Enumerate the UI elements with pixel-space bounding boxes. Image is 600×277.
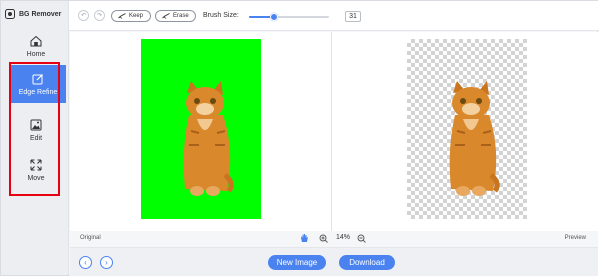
app-title: BG Remover bbox=[5, 9, 61, 19]
erase-brush-icon bbox=[162, 13, 170, 19]
next-button[interactable]: › bbox=[100, 256, 113, 269]
previous-button[interactable]: ‹ bbox=[79, 256, 92, 269]
sidebar: BG Remover Home Edge Refine Edit Move bbox=[1, 1, 69, 275]
preview-canvas[interactable] bbox=[332, 32, 598, 231]
preview-label: Preview bbox=[564, 235, 586, 241]
sidebar-item-label: Move bbox=[27, 174, 45, 182]
bg-remover-logo-icon bbox=[5, 9, 15, 19]
redo-button[interactable]: ↷ bbox=[94, 10, 105, 21]
bottom-bar: ‹ › New Image Download bbox=[70, 247, 598, 276]
chevron-left-icon: ‹ bbox=[84, 258, 87, 267]
move-arrows-icon bbox=[30, 159, 42, 170]
sidebar-item-move[interactable]: Move bbox=[5, 151, 67, 189]
redo-icon: ↷ bbox=[96, 13, 103, 19]
sidebar-item-home[interactable]: Home bbox=[5, 27, 67, 65]
hand-pan-icon[interactable] bbox=[299, 233, 309, 243]
erase-label: Erase bbox=[173, 13, 189, 19]
zoom-in-icon[interactable] bbox=[319, 234, 328, 243]
slider-thumb[interactable] bbox=[269, 13, 278, 21]
app-window: BG Remover Home Edge Refine Edit Move ↶ … bbox=[0, 0, 599, 276]
keep-button[interactable]: Keep bbox=[111, 10, 151, 22]
undo-icon: ↶ bbox=[80, 13, 87, 19]
sidebar-item-label: Edit bbox=[29, 134, 43, 142]
undo-button[interactable]: ↶ bbox=[78, 10, 89, 21]
keep-brush-icon bbox=[118, 13, 126, 19]
sidebar-item-label: Home bbox=[26, 50, 46, 58]
sidebar-item-edge-refine[interactable]: Edge Refine bbox=[10, 65, 66, 103]
preview-image bbox=[407, 39, 527, 219]
brush-size-slider[interactable] bbox=[249, 13, 329, 21]
status-bar: Original 14% Preview bbox=[70, 231, 598, 247]
zoom-level: 14% bbox=[336, 234, 351, 241]
app-title-text: BG Remover bbox=[19, 10, 62, 18]
cat-image bbox=[183, 81, 234, 196]
original-label: Original bbox=[80, 235, 101, 241]
cat-image bbox=[449, 81, 500, 196]
toolbar: ↶ ↷ Keep Erase Brush Size: 31 bbox=[69, 1, 599, 31]
brush-size-label: Brush Size: bbox=[203, 12, 239, 19]
chevron-right-icon: › bbox=[105, 258, 108, 267]
image-edit-icon bbox=[30, 119, 42, 130]
sidebar-item-label: Edge Refine bbox=[18, 88, 58, 96]
download-button[interactable]: Download bbox=[339, 255, 395, 270]
keep-label: Keep bbox=[129, 13, 144, 19]
edge-refine-icon bbox=[32, 73, 43, 84]
brush-size-input[interactable]: 31 bbox=[345, 11, 361, 22]
sidebar-item-edit[interactable]: Edit bbox=[5, 111, 67, 149]
zoom-out-icon[interactable] bbox=[357, 234, 366, 243]
home-icon bbox=[30, 35, 42, 46]
erase-button[interactable]: Erase bbox=[155, 10, 196, 22]
original-image bbox=[141, 39, 261, 219]
original-canvas[interactable] bbox=[70, 32, 331, 231]
new-image-button[interactable]: New Image bbox=[268, 255, 326, 270]
